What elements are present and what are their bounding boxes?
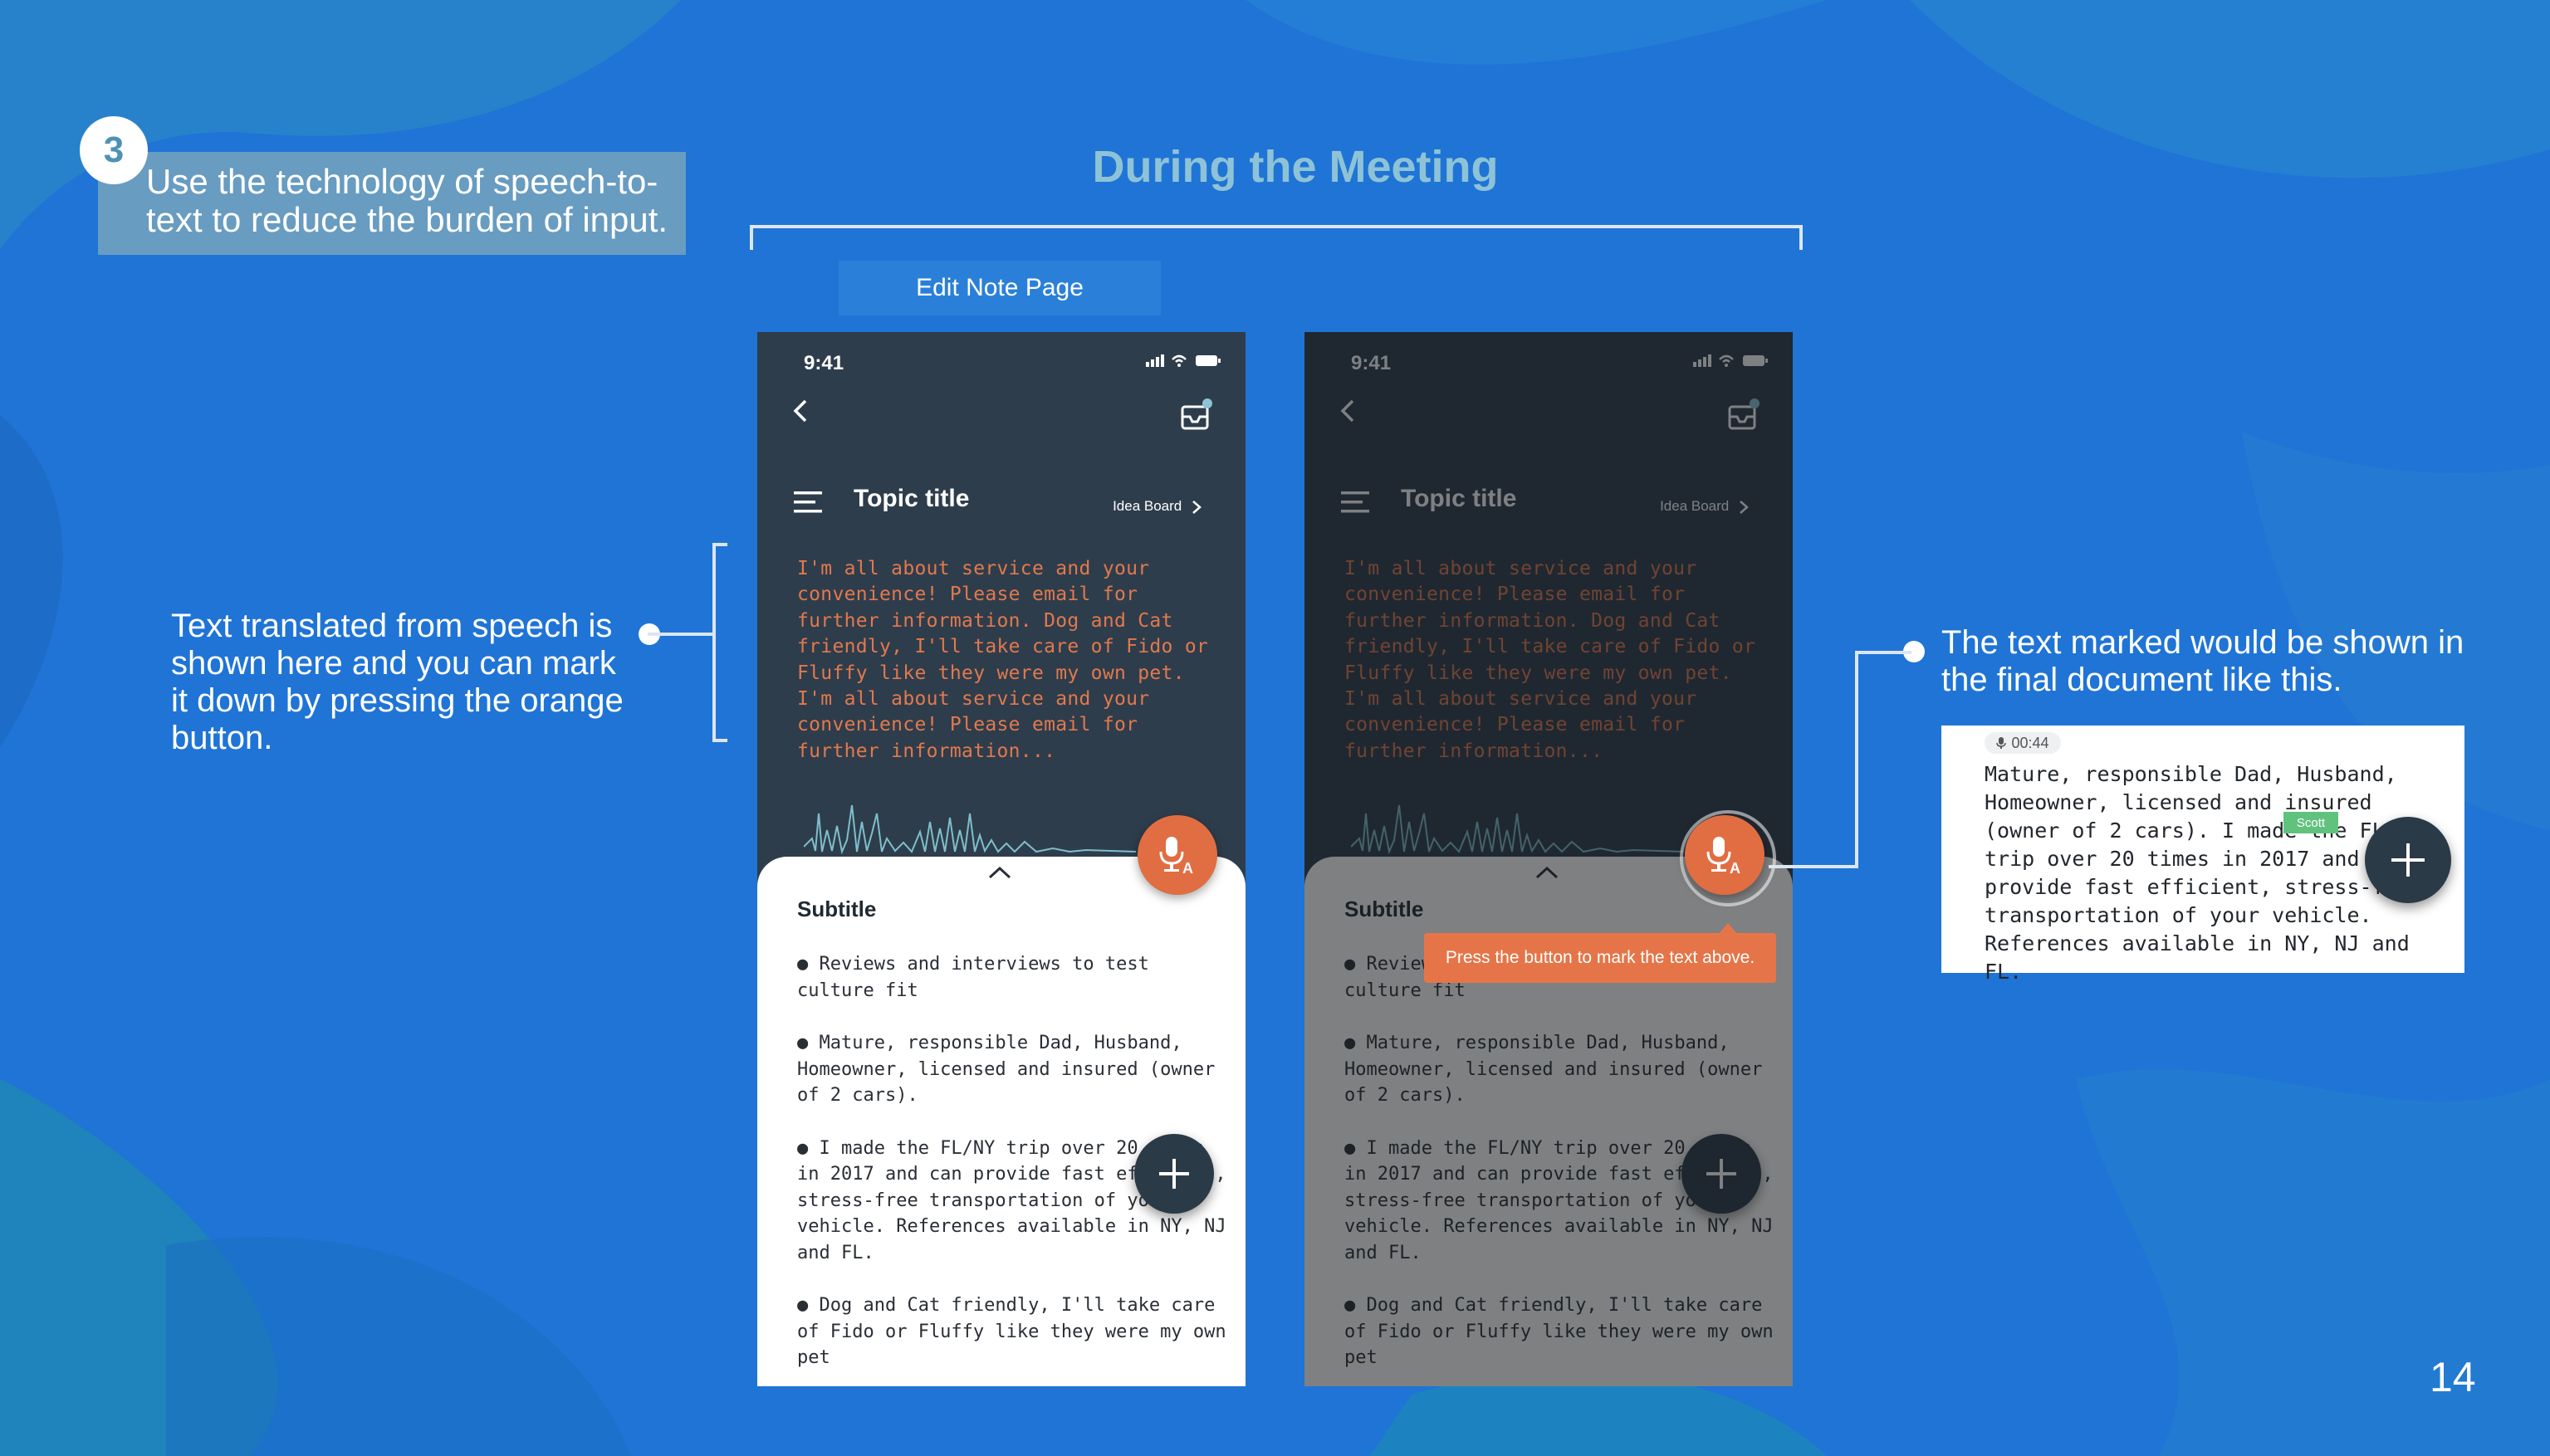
step-number-badge: 3 bbox=[80, 116, 148, 184]
topic-title: Topic title bbox=[1401, 485, 1517, 512]
chevron-right-icon bbox=[1740, 500, 1749, 514]
inbox-icon[interactable] bbox=[1726, 398, 1760, 436]
idea-board-link[interactable]: Idea Board bbox=[1113, 498, 1202, 515]
subtitle-heading: Subtitle bbox=[1344, 897, 1424, 921]
list-item: ● Dog and Cat friendly, I'll take care o… bbox=[797, 1295, 1226, 1368]
plus-icon bbox=[1706, 1159, 1736, 1189]
chevron-up-icon[interactable] bbox=[986, 865, 1013, 884]
left-annotation: Text translated from speech is shown her… bbox=[171, 608, 624, 756]
mark-tooltip: Press the button to mark the text above. bbox=[1424, 933, 1776, 983]
edit-note-page-label: Edit Note Page bbox=[839, 261, 1161, 315]
back-icon[interactable] bbox=[790, 398, 810, 428]
add-button[interactable] bbox=[2365, 817, 2451, 903]
mic-translate-icon: A bbox=[1706, 837, 1740, 877]
add-button[interactable] bbox=[1681, 1134, 1761, 1214]
audio-waveform bbox=[804, 804, 1136, 855]
menu-icon[interactable] bbox=[794, 490, 824, 519]
signal-wifi-battery-icon bbox=[1146, 354, 1221, 367]
mark-speech-button[interactable]: A bbox=[1138, 815, 1217, 895]
subtitle-heading: Subtitle bbox=[797, 897, 877, 921]
add-button[interactable] bbox=[1134, 1134, 1214, 1214]
idea-board-link[interactable]: Idea Board bbox=[1660, 498, 1750, 515]
speech-transcript-text: I'm all about service and your convenien… bbox=[1344, 558, 1756, 762]
mic-small-icon bbox=[1996, 737, 2007, 749]
idea-board-label: Idea Board bbox=[1660, 498, 1730, 514]
left-connector-bracket bbox=[648, 543, 727, 742]
svg-text:A: A bbox=[1182, 860, 1193, 877]
list-item: ● Mature, responsible Dad, Husband, Home… bbox=[1344, 1033, 1763, 1106]
audio-timestamp: 00:44 bbox=[2011, 734, 2049, 751]
status-icons bbox=[1144, 352, 1222, 374]
page-number: 14 bbox=[2430, 1354, 2476, 1400]
status-time: 9:41 bbox=[804, 352, 844, 374]
section-bracket bbox=[750, 225, 1803, 250]
phone-edit-note: 9:41 Topic title Idea Board I'm all abou… bbox=[757, 332, 1246, 1386]
audio-waveform bbox=[1351, 804, 1683, 855]
signal-wifi-battery-icon bbox=[1693, 354, 1768, 367]
svg-text:A: A bbox=[1730, 860, 1740, 877]
phone-mark-state: 9:41 Topic title Idea Board I'm all abou… bbox=[1304, 332, 1793, 1386]
right-connector-line bbox=[1769, 651, 1911, 868]
mark-speech-button[interactable]: A bbox=[1685, 815, 1764, 895]
list-item: ● Dog and Cat friendly, I'll take care o… bbox=[1344, 1295, 1774, 1368]
inbox-icon[interactable] bbox=[1179, 398, 1212, 436]
list-item: ● Mature, responsible Dad, Husband, Home… bbox=[797, 1033, 1216, 1106]
status-icons bbox=[1691, 352, 1769, 374]
mic-translate-icon: A bbox=[1159, 837, 1193, 877]
chevron-up-icon[interactable] bbox=[1534, 865, 1560, 884]
plus-icon bbox=[1159, 1159, 1189, 1189]
final-document-preview: 00:44 Mature, responsible Dad, Husband, … bbox=[1941, 726, 2464, 984]
audio-timestamp-badge: 00:44 bbox=[1985, 732, 2061, 754]
list-item: ● Reviews and interviews to test culture… bbox=[797, 954, 1149, 1001]
speech-transcript-text: I'm all about service and your convenien… bbox=[797, 558, 1209, 762]
back-icon[interactable] bbox=[1338, 398, 1358, 428]
menu-icon[interactable] bbox=[1341, 490, 1371, 519]
meeting-title: During the Meeting bbox=[1092, 142, 1499, 192]
chevron-right-icon bbox=[1192, 500, 1202, 514]
status-time: 9:41 bbox=[1351, 352, 1392, 374]
user-mark-label: Scott bbox=[2283, 812, 2338, 833]
topic-title: Topic title bbox=[854, 485, 970, 512]
idea-board-label: Idea Board bbox=[1113, 498, 1182, 514]
plus-icon bbox=[2391, 843, 2425, 877]
step-text: Use the technology of speech-to-text to … bbox=[146, 162, 668, 239]
right-annotation: The text marked would be shown in the fi… bbox=[1941, 624, 2464, 698]
